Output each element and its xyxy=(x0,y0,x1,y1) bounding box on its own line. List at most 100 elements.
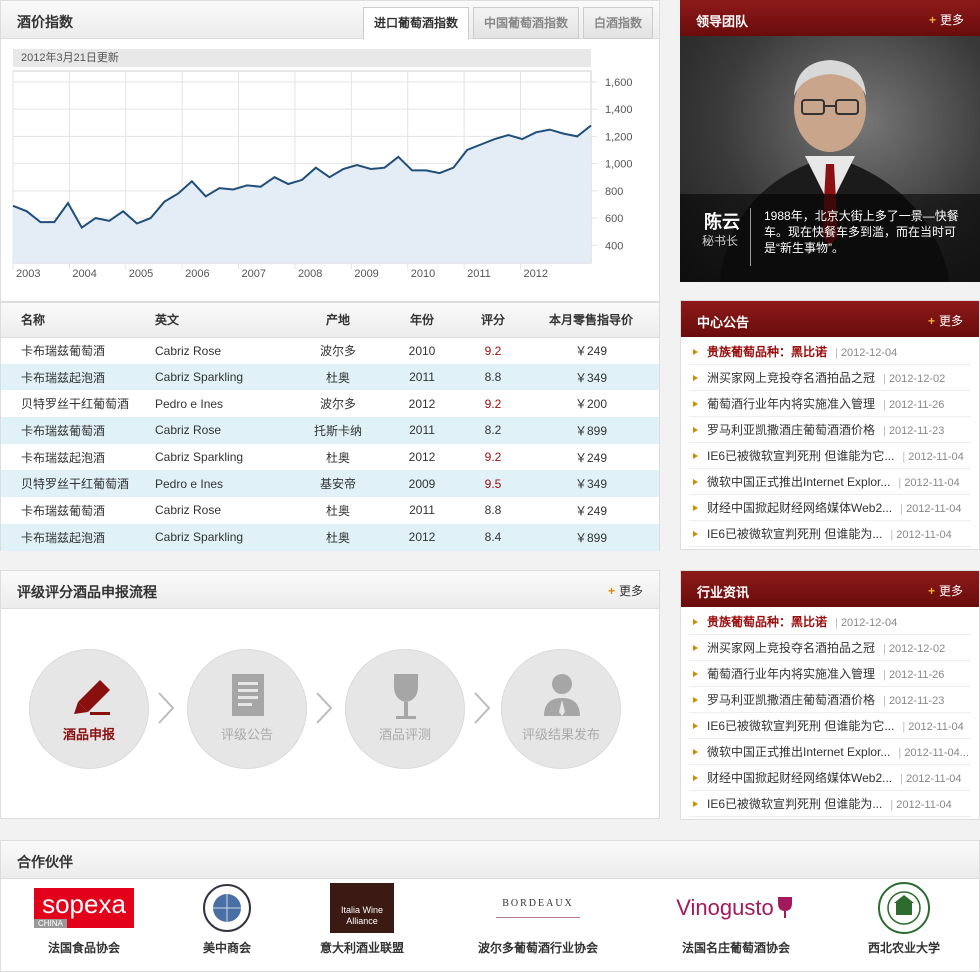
wine-english-cell: Cabriz Rose xyxy=(155,343,222,358)
tab-china-wine-index[interactable]: 中国葡萄酒指数 xyxy=(472,7,579,39)
news-item[interactable]: 微软中国正式推出Internet Explor... 2012-11-04... xyxy=(689,739,971,765)
news-item[interactable]: 贵族葡萄品种：黑比诺 2012-12-04 xyxy=(689,339,971,365)
wine-origin-cell: 杜奥 xyxy=(295,363,381,391)
x-tick-label: 2005 xyxy=(129,268,153,280)
news-item[interactable]: 贵族葡萄品种：黑比诺 2012-12-04 xyxy=(689,609,971,635)
step-result-publishing[interactable]: 评级结果发布 xyxy=(501,649,621,769)
table-row[interactable]: 贝特罗丝干红葡萄酒 Pedro e Ines 波尔多 2012 9.2 ￥200 xyxy=(1,390,659,417)
table-row[interactable]: 卡布瑞兹起泡酒 Cabriz Sparkling 杜奥 2012 8.4 ￥899 xyxy=(1,523,659,551)
leader-title: 领导团队 xyxy=(696,14,749,29)
col-header-english: 英文 xyxy=(155,303,295,338)
price-table: 名称 英文 产地 年份 评分 本月零售指导价 卡布瑞兹葡萄酒 Cabriz Ros… xyxy=(1,303,659,551)
col-header-score: 评分 xyxy=(463,303,523,338)
chevron-right-icon xyxy=(158,692,175,724)
news-item[interactable]: IE6已被微软宣判死刑 但谁能为... 2012-11-04 xyxy=(689,521,971,547)
y-tick-label: 1,400 xyxy=(605,104,633,116)
wine-year-cell: 2011 xyxy=(381,363,463,391)
news-title: IE6已被微软宣判死刑 但谁能为... xyxy=(707,527,883,541)
col-header-origin: 产地 xyxy=(295,303,381,338)
news-item[interactable]: 罗马利亚凯撒酒庄葡萄酒酒价格 2012-11-23 xyxy=(689,687,971,713)
wine-name-cell: 卡布瑞兹起泡酒 xyxy=(21,450,106,465)
wine-score-cell: 8.4 xyxy=(463,523,523,551)
x-tick-label: 2011 xyxy=(467,268,491,280)
news-item[interactable]: 财经中国掀起财经网络媒体Web2... 2012-11-04 xyxy=(689,765,971,791)
document-icon xyxy=(232,674,264,716)
news-item[interactable]: IE6已被微软宣判死刑 但谁能为... 2012-11-04 xyxy=(689,791,971,817)
italia-logo-sub: Alliance xyxy=(346,916,378,926)
y-tick-label: 1,600 xyxy=(605,77,633,89)
wine-name-cell: 贝特罗丝干红葡萄酒 xyxy=(21,397,130,412)
news-item[interactable]: 洲买家网上竞投夺名酒拍品之冠 2012-12-02 xyxy=(689,365,971,391)
step-wine-evaluation[interactable]: 酒品评测 xyxy=(345,649,465,769)
partner-vinogusto[interactable]: Vinogusto 法国名庄葡萄酒协会 xyxy=(667,881,805,956)
step-wine-submission[interactable]: 酒品申报 xyxy=(29,649,149,769)
partner-bordeaux[interactable]: BORDEAUX 波尔多葡萄酒行业协会 xyxy=(471,881,605,956)
news-title: 财经中国掀起财经网络媒体Web2... xyxy=(707,771,893,785)
table-row[interactable]: 卡布瑞兹葡萄酒 Cabriz Rose 杜奥 2011 8.8 ￥249 xyxy=(1,497,659,524)
step-label: 评级结果发布 xyxy=(521,727,600,742)
wine-glass-icon xyxy=(394,674,418,719)
wine-score-cell: 9.5 xyxy=(463,470,523,498)
leader-more-link[interactable]: + 更多 xyxy=(929,11,964,28)
wine-name-cell: 卡布瑞兹起泡酒 xyxy=(1,363,155,391)
wine-english-cell: Cabriz Rose xyxy=(155,503,222,518)
leader-photo[interactable]: 陈云 秘书长 1988年，北京大街上多了一景—快餐车。现在快餐车多到滥，而在当时… xyxy=(680,36,980,282)
x-tick-label: 2008 xyxy=(298,268,322,280)
news-item[interactable]: 洲买家网上竞投夺名酒拍品之冠 2012-12-02 xyxy=(689,635,971,661)
x-tick-label: 2004 xyxy=(72,268,96,280)
news-item[interactable]: 葡萄酒行业年内将实施准入管理 2012-11-26 xyxy=(689,661,971,687)
y-tick-label: 400 xyxy=(605,240,623,252)
step-rating-announcement[interactable]: 评级公告 xyxy=(187,649,307,769)
partners-panel: 合作伙伴 sopexa CHINA 法国食品协会 美中商会 Italia Win… xyxy=(0,840,980,972)
partner-sopexa[interactable]: sopexa CHINA 法国食品协会 xyxy=(33,881,135,956)
tab-imported-wine-index[interactable]: 进口葡萄酒指数 xyxy=(362,7,469,40)
news-item[interactable]: IE6已被微软宣判死刑 但谁能为它... 2012-11-04 xyxy=(689,443,971,469)
price-table-panel: 名称 英文 产地 年份 评分 本月零售指导价 卡布瑞兹葡萄酒 Cabriz Ros… xyxy=(0,302,660,551)
notice-more-link[interactable]: + 更多 xyxy=(928,312,963,329)
news-item[interactable]: 微软中国正式推出Internet Explor... 2012-11-04 xyxy=(689,469,971,495)
col-header-year: 年份 xyxy=(381,303,463,338)
wine-origin-cell: 基安帝 xyxy=(295,470,381,498)
table-row[interactable]: 卡布瑞兹起泡酒 Cabriz Sparkling 杜奥 2011 8.8 ￥349 xyxy=(1,363,659,391)
partner-nw-agri-university[interactable]: 西北农业大学 xyxy=(859,881,949,956)
news-date: 2012-11-04... xyxy=(898,747,969,759)
wine-year-cell: 2010 xyxy=(408,343,436,358)
news-title: IE6已被微软宣判死刑 但谁能为它... xyxy=(707,719,895,733)
news-title: 洲买家网上竞投夺名酒拍品之冠 xyxy=(707,371,876,385)
news-item[interactable]: 财经中国掀起财经网络媒体Web2... 2012-11-04 xyxy=(689,495,971,521)
wine-year-cell: 2012 xyxy=(408,396,436,411)
news-item[interactable]: IE6已被微软宣判死刑 但谁能为它... 2012-11-04 xyxy=(689,713,971,739)
news-title: 罗马利亚凯撒酒庄葡萄酒酒价格 xyxy=(707,693,876,707)
university-seal-icon xyxy=(878,882,930,934)
italia-wine-logo: Italia Wine Alliance xyxy=(303,881,421,935)
wine-origin-cell: 托斯卡纳 xyxy=(295,417,381,444)
wine-english-cell: Cabriz Sparkling xyxy=(155,523,295,551)
partner-italia-wine[interactable]: Italia Wine Alliance 意大利酒业联盟 xyxy=(303,881,421,956)
process-more-link[interactable]: + 更多 xyxy=(608,582,643,599)
partner-name: 波尔多葡萄酒行业协会 xyxy=(477,941,598,955)
news-date: 2012-12-04 xyxy=(835,617,897,629)
news-date: 2012-12-02 xyxy=(883,373,945,385)
wine-english-cell: Pedro e Ines xyxy=(155,470,295,498)
wine-origin-cell: 波尔多 xyxy=(319,397,356,412)
wine-english-cell: Cabriz Sparkling xyxy=(155,363,295,391)
sopexa-logo: sopexa CHINA xyxy=(33,881,135,935)
table-row[interactable]: 卡布瑞兹葡萄酒 Cabriz Rose 托斯卡纳 2011 8.2 ￥899 xyxy=(1,417,659,444)
partner-amcham[interactable]: 美中商会 xyxy=(191,881,263,956)
y-tick-label: 1,200 xyxy=(605,131,633,143)
plus-icon: + xyxy=(607,584,615,598)
partners-header: 合作伙伴 xyxy=(1,841,979,879)
wine-name-cell: 卡布瑞兹起泡酒 xyxy=(1,523,155,551)
industry-more-link[interactable]: + 更多 xyxy=(928,582,963,599)
news-title: 葡萄酒行业年内将实施准入管理 xyxy=(707,397,876,411)
tab-baijiu-index[interactable]: 白酒指数 xyxy=(582,7,653,39)
process-header: 评级评分酒品申报流程 + 更多 xyxy=(1,571,659,609)
table-row[interactable]: 贝特罗丝干红葡萄酒 Pedro e Ines 基安帝 2009 9.5 ￥349 xyxy=(1,470,659,498)
table-row[interactable]: 卡布瑞兹葡萄酒 Cabriz Rose 波尔多 2010 9.2 ￥249 xyxy=(1,337,659,364)
table-row[interactable]: 卡布瑞兹起泡酒 Cabriz Sparkling 杜奥 2012 9.2 ￥249 xyxy=(1,444,659,471)
news-item[interactable]: 葡萄酒行业年内将实施准入管理 2012-11-26 xyxy=(689,391,971,417)
news-title: IE6已被微软宣判死刑 但谁能为它... xyxy=(707,449,895,463)
wine-price-cell: ￥899 xyxy=(523,523,659,551)
news-item[interactable]: 罗马利亚凯撒酒庄葡萄酒酒价格 2012-11-23 xyxy=(689,417,971,443)
partner-name: 法国名庄葡萄酒协会 xyxy=(681,941,790,955)
